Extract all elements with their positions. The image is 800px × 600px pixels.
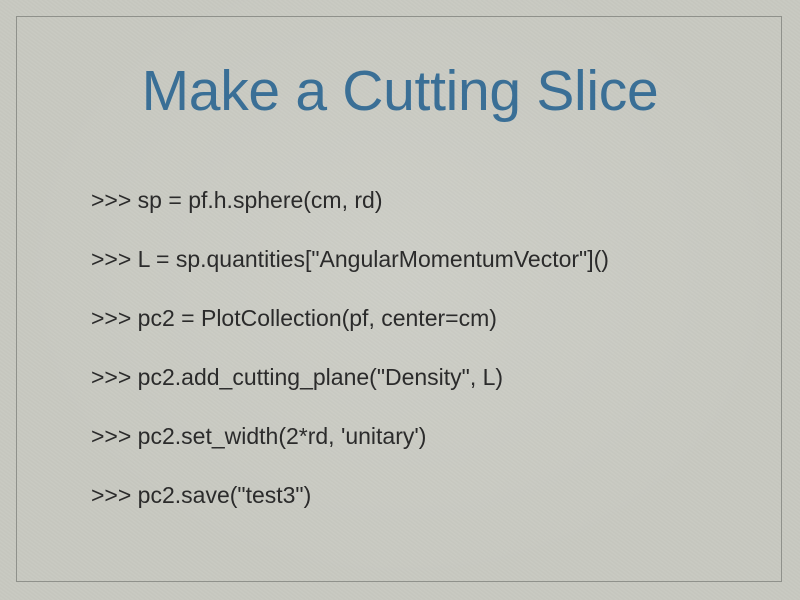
code-line-plot-collection: >>> pc2 = PlotCollection(pf, center=cm) (91, 305, 497, 331)
code-line-angular-momentum: >>> L = sp.quantities["AngularMomentumVe… (91, 246, 609, 272)
slide-title: Make a Cutting Slice (141, 59, 659, 123)
code-line-set-width: >>> pc2.set_width(2*rd, 'unitary') (91, 423, 427, 449)
code-line-add-cutting-plane: >>> pc2.add_cutting_plane("Density", L) (91, 364, 504, 390)
code-line-save: >>> pc2.save("test3") (91, 482, 312, 508)
code-list: >>> sp = pf.h.sphere(cm, rd) >>> L = sp.… (91, 182, 609, 536)
code-line-sphere: >>> sp = pf.h.sphere(cm, rd) (91, 187, 383, 213)
